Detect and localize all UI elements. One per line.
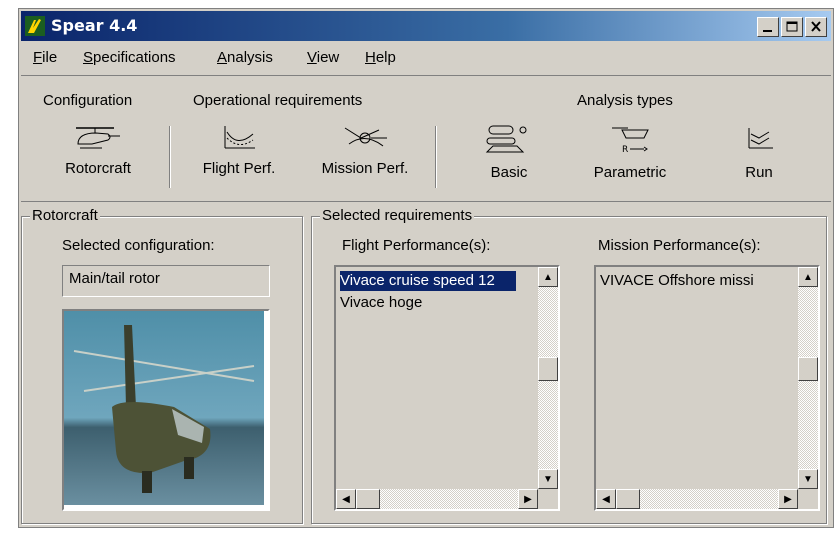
run-icon xyxy=(748,128,773,149)
helicopter-photo-icon xyxy=(64,311,264,505)
menu-file[interactable]: File xyxy=(33,49,57,66)
selected-configuration-label: Selected configuration: xyxy=(62,237,215,254)
minimize-button[interactable] xyxy=(757,17,779,37)
scroll-thumb[interactable] xyxy=(798,357,818,381)
parametric-label: Parametric xyxy=(593,164,667,181)
horizontal-scrollbar[interactable]: ◀ ▶ xyxy=(336,489,538,509)
flight-performance-list[interactable]: Vivace cruise speed 12 Vivace hoge ▲ ▼ ◀… xyxy=(334,265,560,511)
up-arrow-icon: ▲ xyxy=(803,271,813,283)
scroll-thumb[interactable] xyxy=(538,357,558,381)
rotorcraft-panel-title: Rotorcraft xyxy=(30,207,100,224)
right-arrow-icon: ▶ xyxy=(784,493,792,505)
down-arrow-icon: ▼ xyxy=(543,473,553,485)
selected-configuration-value: Main/tail rotor xyxy=(69,270,160,287)
scroll-thumb[interactable] xyxy=(356,489,380,509)
app-logo-icon xyxy=(25,16,45,36)
basic-button[interactable]: Basic xyxy=(461,122,557,192)
requirements-panel: Selected requirements Flight Performance… xyxy=(311,207,827,524)
close-button[interactable] xyxy=(805,17,827,37)
maximize-icon xyxy=(786,21,798,32)
list-item[interactable]: VIVACE Offshore missi xyxy=(600,271,754,291)
scroll-down-button[interactable]: ▼ xyxy=(538,469,558,489)
scroll-up-button[interactable]: ▲ xyxy=(538,267,558,287)
basic-label: Basic xyxy=(490,164,528,181)
flight-perf-button[interactable]: Flight Perf. xyxy=(187,122,291,192)
selected-configuration-field: Main/tail rotor xyxy=(62,265,270,297)
toolbar: Configuration Operational requirements A… xyxy=(21,75,831,202)
helicopter-icon xyxy=(76,127,120,149)
menu-help[interactable]: Help xyxy=(365,49,396,66)
scroll-corner xyxy=(538,489,558,509)
menu-bar: File Specifications Analysis View Help xyxy=(21,44,831,72)
run-button[interactable]: Run xyxy=(711,122,807,192)
group-analysis-label: Analysis types xyxy=(577,92,673,109)
group-configuration-label: Configuration xyxy=(43,92,133,109)
scroll-right-button[interactable]: ▶ xyxy=(518,489,538,509)
right-arrow-icon: ▶ xyxy=(524,493,532,505)
menu-specifications[interactable]: Specifications xyxy=(83,49,176,66)
basic-analysis-icon xyxy=(485,125,527,153)
list-item[interactable]: Vivace cruise speed 12 xyxy=(340,271,516,291)
toolbar-separator xyxy=(169,126,171,188)
left-arrow-icon: ◀ xyxy=(342,493,350,505)
flight-perf-label: Flight Perf. xyxy=(202,160,276,177)
run-label: Run xyxy=(745,164,773,181)
scroll-right-button[interactable]: ▶ xyxy=(778,489,798,509)
requirements-panel-title: Selected requirements xyxy=(320,207,475,224)
svg-text:R: R xyxy=(622,145,628,155)
mission-perf-button[interactable]: Mission Perf. xyxy=(305,122,425,192)
horizontal-scrollbar[interactable]: ◀ ▶ xyxy=(596,489,798,509)
maximize-button[interactable] xyxy=(781,17,803,37)
menu-view[interactable]: View xyxy=(307,49,339,66)
vertical-scrollbar[interactable]: ▲ ▼ xyxy=(538,267,558,489)
group-operational-label: Operational requirements xyxy=(193,92,363,109)
scroll-up-button[interactable]: ▲ xyxy=(798,267,818,287)
mission-performance-label: Mission Performance(s): xyxy=(598,237,761,254)
minimize-icon xyxy=(763,30,772,32)
app-window: Spear 4.4 File Specifications Analysis V… xyxy=(18,8,834,528)
mission-profile-icon xyxy=(344,127,387,147)
parametric-button[interactable]: R Parametric xyxy=(575,122,685,192)
window-title: Spear 4.4 xyxy=(51,16,138,35)
scroll-left-button[interactable]: ◀ xyxy=(336,489,356,509)
rotorcraft-label: Rotorcraft xyxy=(65,160,131,177)
vertical-scrollbar[interactable]: ▲ ▼ xyxy=(798,267,818,489)
rotorcraft-button[interactable]: Rotorcraft xyxy=(43,122,153,192)
mission-perf-label: Mission Perf. xyxy=(321,160,409,177)
scroll-down-button[interactable]: ▼ xyxy=(798,469,818,489)
toolbar-separator xyxy=(435,126,437,188)
scroll-thumb[interactable] xyxy=(616,489,640,509)
rotorcraft-image xyxy=(62,309,270,511)
performance-curve-icon xyxy=(224,126,255,149)
rotorcraft-panel: Rotorcraft Selected configuration: Main/… xyxy=(21,207,303,524)
up-arrow-icon: ▲ xyxy=(543,271,553,283)
title-bar[interactable]: Spear 4.4 xyxy=(21,11,831,41)
scroll-left-button[interactable]: ◀ xyxy=(596,489,616,509)
left-arrow-icon: ◀ xyxy=(602,493,610,505)
mission-performance-list[interactable]: VIVACE Offshore missi ▲ ▼ ◀ ▶ xyxy=(594,265,820,511)
menu-analysis[interactable]: Analysis xyxy=(217,49,273,66)
flight-performance-label: Flight Performance(s): xyxy=(342,237,491,254)
close-icon xyxy=(811,21,821,32)
parametric-analysis-icon: R xyxy=(612,127,649,155)
list-item[interactable]: Vivace hoge xyxy=(340,293,422,313)
down-arrow-icon: ▼ xyxy=(803,473,813,485)
scroll-corner xyxy=(798,489,818,509)
